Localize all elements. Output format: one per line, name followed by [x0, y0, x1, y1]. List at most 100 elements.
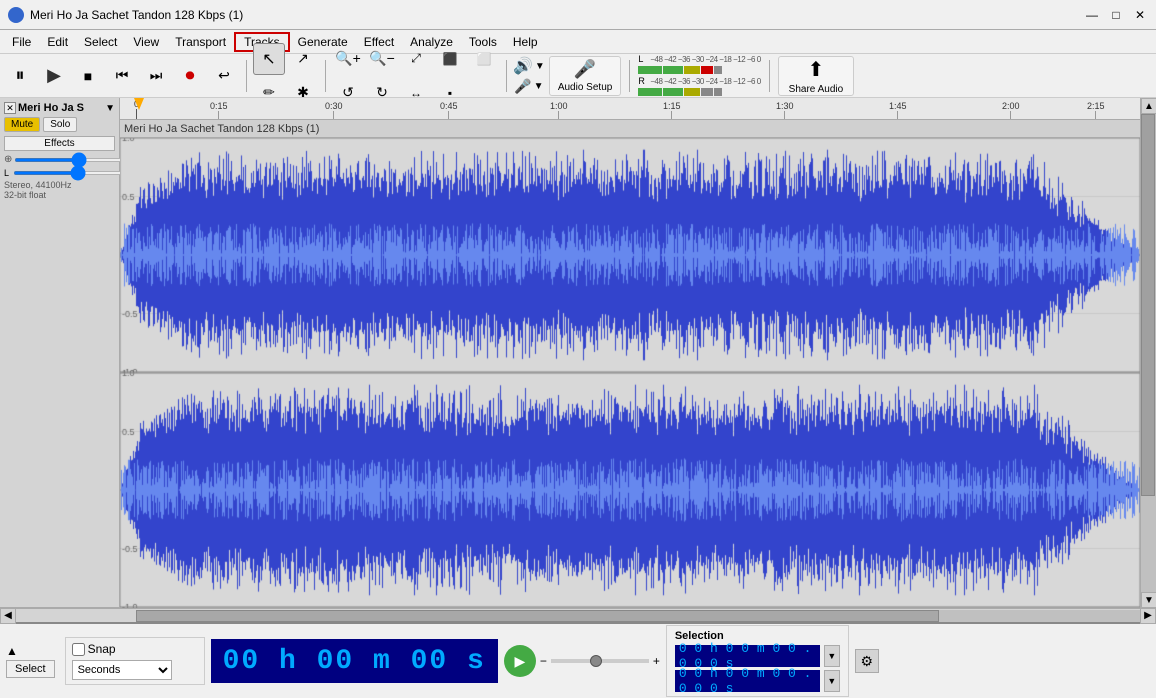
volume-control: 🔊 ▼ 🎤 ▼ — [513, 56, 545, 95]
status-bar: ▲ Select Snap Seconds 00 h 00 m 00 s ▶ −… — [0, 622, 1156, 698]
db-scale-top: −48 −42 −36 −30 −24 −18 −12 −6 0 — [650, 55, 760, 64]
waveform-area[interactable]: Meri Ho Ja Sachet Tandon 128 Kbps (1) — [120, 120, 1140, 608]
select-status-button[interactable]: Select — [6, 660, 55, 678]
transport-controls: ⏸ ▶ ■ ⏮ ⏭ ⏺ ↩ — [4, 60, 240, 92]
hscroll-thumb[interactable] — [136, 610, 939, 622]
seconds-dropdown[interactable]: Seconds — [72, 660, 172, 680]
track-panel: ✕ Meri Ho Ja S ▼ Mute Solo Effects ⊕ ▸ — [0, 98, 120, 608]
vscroll-up-button[interactable]: ▲ — [1141, 98, 1156, 114]
selection-area: Selection 0 0 h 0 0 m 0 0 . 0 0 0 s ▼ 0 … — [666, 625, 849, 697]
zoom-out-button[interactable]: 🔍− — [366, 43, 398, 75]
loop-button[interactable]: ↩ — [208, 60, 240, 92]
close-button[interactable]: ✕ — [1132, 7, 1148, 23]
vscroll-down-button[interactable]: ▼ — [1141, 592, 1156, 608]
toolbar: ⏸ ▶ ■ ⏮ ⏭ ⏺ ↩ ↖ ↗ ✏ ✱ 🔍+ 🔍− ⤢ ⬛ ⬜ ↺ ↻ — [0, 54, 1156, 98]
selection-start-dropdown[interactable]: ▼ — [824, 645, 840, 667]
share-icon: ⬆ — [808, 57, 825, 82]
audio-setup-icon: 🎤 — [574, 59, 596, 80]
mute-solo-row: Mute Solo — [4, 117, 115, 132]
menu-view[interactable]: View — [125, 32, 167, 52]
vu-bar-l — [638, 66, 722, 74]
audio-setup-label: Audio Setup — [558, 82, 613, 93]
zoom-slider-area: − + — [540, 654, 660, 668]
audio-controls-group: 🔊 ▼ 🎤 ▼ 🎤 Audio Setup L −48 −42 −36 −30 … — [513, 54, 854, 97]
menu-help[interactable]: Help — [505, 32, 546, 52]
app-icon — [8, 7, 24, 23]
fit-zoom-button[interactable]: ⬛ — [434, 43, 466, 75]
gain-row: ⊕ ▸ — [4, 154, 115, 165]
track-waveform-title: Meri Ho Ja Sachet Tandon 128 Kbps (1) — [124, 123, 319, 135]
pan-row: L R ▸ — [4, 167, 115, 178]
share-audio-label: Share Audio — [789, 84, 844, 95]
time-display: 00 h 00 m 00 s — [211, 639, 498, 683]
hscroll-left-button[interactable]: ◀ — [0, 608, 16, 624]
selection-end-value: 0 0 h 0 0 m 0 0 . 0 0 0 s — [679, 666, 816, 696]
hscroll-right-button[interactable]: ▶ — [1140, 608, 1156, 624]
record-button[interactable]: ⏺ — [174, 60, 206, 92]
waveform-canvas[interactable] — [120, 138, 1140, 608]
snap-checkbox[interactable] — [72, 643, 85, 656]
status-play-button[interactable]: ▶ — [504, 645, 536, 677]
hscroll-track — [136, 610, 1140, 622]
audio-setup-button[interactable]: 🎤 Audio Setup — [549, 56, 622, 96]
window-controls: — □ ✕ — [1084, 7, 1148, 23]
menu-file[interactable]: File — [4, 32, 39, 52]
menu-bar: File Edit Select View Transport Tracks G… — [0, 30, 1156, 54]
selection-start-row: 0 0 h 0 0 m 0 0 . 0 0 0 s ▼ — [675, 645, 840, 667]
ruler-tick-130: 1:30 — [776, 101, 794, 119]
maximize-button[interactable]: □ — [1108, 7, 1124, 23]
envelope-tool-button[interactable]: ↗ — [287, 43, 319, 75]
mute-button[interactable]: Mute — [4, 117, 40, 132]
menu-edit[interactable]: Edit — [39, 32, 76, 52]
menu-select[interactable]: Select — [76, 32, 125, 52]
collapse-bottom-arrow[interactable]: ▲ — [6, 644, 18, 658]
mic-dropdown[interactable]: ▼ — [534, 81, 544, 92]
gain-label: ⊕ — [4, 154, 12, 165]
skip-start-button[interactable]: ⏮ — [106, 60, 138, 92]
mic-icon: 🎤 — [514, 78, 531, 95]
timeline-ruler: 0 0:15 0:30 0:45 1:00 1:15 — [120, 98, 1140, 120]
snap-label: Snap — [88, 642, 116, 656]
track-header: ✕ Meri Ho Ja S ▼ Mute Solo Effects ⊕ ▸ — [0, 98, 119, 608]
menu-transport[interactable]: Transport — [167, 32, 234, 52]
skip-end-button[interactable]: ⏭ — [140, 60, 172, 92]
toolbar-separator-2 — [325, 60, 326, 92]
snap-checkbox-row: Snap — [72, 642, 198, 656]
settings-gear-button[interactable]: ⚙ — [855, 649, 879, 673]
selection-end-dropdown[interactable]: ▼ — [824, 670, 840, 692]
horizontal-scrollbar: ◀ ▶ — [0, 608, 1156, 622]
selection-end-row: 0 0 h 0 0 m 0 0 . 0 0 0 s ▼ — [675, 670, 840, 692]
status-bar-left: ▲ Select — [6, 644, 55, 678]
track-dropdown-arrow[interactable]: ▼ — [105, 103, 115, 114]
selection-end-input[interactable]: 0 0 h 0 0 m 0 0 . 0 0 0 s — [675, 670, 820, 692]
play-button[interactable]: ▶ — [38, 60, 70, 92]
vu-bar-r — [638, 88, 722, 96]
minimize-button[interactable]: — — [1084, 7, 1100, 23]
solo-button[interactable]: Solo — [43, 117, 77, 132]
fit-project-button[interactable]: ⤢ — [400, 43, 432, 75]
volume-dropdown[interactable]: ▼ — [535, 61, 545, 72]
zoom-sel-button[interactable]: ⬜ — [468, 43, 500, 75]
pause-button[interactable]: ⏸ — [4, 60, 36, 92]
vu-meter-group: L −48 −42 −36 −30 −24 −18 −12 −6 0 R −48… — [638, 54, 760, 97]
ruler-tick-100: 1:00 — [550, 101, 568, 119]
ruler-tick-145: 1:45 — [889, 101, 907, 119]
stop-button[interactable]: ■ — [72, 60, 104, 92]
speaker-icon: 🔊 — [513, 56, 533, 76]
track-info-line2: 32-bit float — [4, 190, 115, 200]
zoom-track — [551, 659, 649, 663]
toolbar-separator-5 — [769, 60, 770, 92]
zoom-thumb[interactable] — [590, 655, 602, 667]
select-tool-button[interactable]: ↖ — [253, 43, 285, 75]
ruler-tick-200: 2:00 — [1002, 101, 1020, 119]
db-scale-bot: −48 −42 −36 −30 −24 −18 −12 −6 0 — [650, 77, 760, 86]
timeline-area: 0 0:15 0:30 0:45 1:00 1:15 — [120, 98, 1140, 608]
share-audio-button[interactable]: ⬆ Share Audio — [778, 56, 855, 96]
vscroll-thumb[interactable] — [1141, 114, 1155, 496]
track-close-button[interactable]: ✕ — [4, 102, 16, 114]
zoom-in-button[interactable]: 🔍+ — [332, 43, 364, 75]
effects-button[interactable]: Effects — [4, 136, 115, 151]
zoom-in-icon: + — [653, 654, 660, 668]
selection-start-input[interactable]: 0 0 h 0 0 m 0 0 . 0 0 0 s — [675, 645, 820, 667]
snap-area: Snap Seconds — [65, 637, 205, 685]
